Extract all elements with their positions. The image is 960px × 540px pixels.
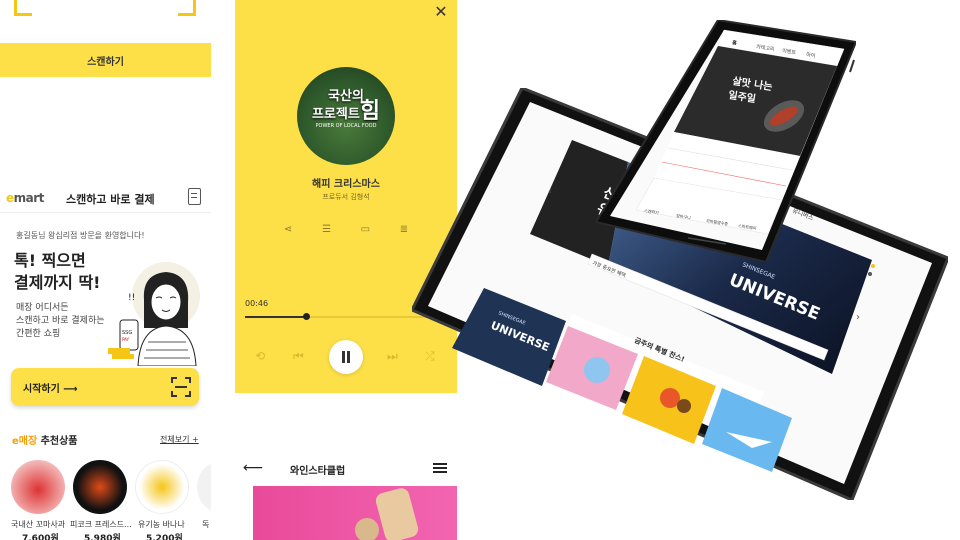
svg-text:마이: 마이 [806,51,816,59]
svg-text:PAY: PAY [122,337,130,342]
product-price: 5,980원 [84,534,121,540]
product-name: 유기농 바나나 [138,520,185,529]
product-image-apple[interactable] [11,460,65,514]
product-name: 피코크 프레스드... [70,520,132,529]
svg-text:SSG: SSG [122,330,132,336]
elapsed-time: 00:46 [245,299,269,308]
emart-app-screen: 스캔하기 emart 스캔하고 바로 결제 홍길동님 왕십리점 방문을 환영합니… [0,0,211,540]
spacer [0,77,211,180]
player-options: ⋖ ☰ ▭ ≣ [281,225,411,237]
share-icon[interactable]: ⋖ [281,225,295,235]
page-title: 스캔하고 바로 결제 [66,193,155,206]
scan-button[interactable]: 스캔하기 [0,43,211,77]
repeat-icon[interactable]: ⟲ [255,349,265,363]
shopper-illustration: SSG PAY !! [108,262,200,366]
product-image-partial[interactable] [197,460,211,514]
progress-knob[interactable] [303,313,311,320]
album-art: 국산의 프로젝트힘 POWER OF LOCAL FOOD [297,67,395,165]
banner-image [355,518,379,540]
product-price: 5,200원 [146,534,183,540]
progress-fill [245,316,307,318]
product-price: 7,600원 [22,534,59,540]
scanner-frame [14,0,196,22]
emart-logo: emart [6,191,44,205]
recommend-title: e매장 추천상품 [12,436,78,447]
back-arrow-icon[interactable]: ⟵ [243,460,263,476]
page-title: 와인스타클럽 [290,466,346,477]
phone-device: 홈 카테고리 이벤트 마이 살맛 나는 일주일 스캔하기 장바구니 모바일영수증… [596,20,856,262]
svg-text:!!: !! [128,293,135,303]
product-name: 독 [202,520,210,529]
svg-text:›: › [856,312,860,323]
product-image-banana[interactable] [135,460,189,514]
pause-button[interactable] [329,340,363,374]
product-image-juice[interactable] [73,460,127,514]
close-icon[interactable]: ✕ [433,4,449,20]
playlist-icon[interactable]: ≣ [397,225,411,235]
lyrics-icon[interactable]: ☰ [320,225,334,235]
welcome-text: 홍길동님 왕십리점 방문을 환영합니다! [16,231,145,240]
receipt-icon[interactable] [188,188,201,205]
previous-icon[interactable]: ⏮ [293,349,304,364]
svg-text:‹: ‹ [548,186,552,197]
see-all-link[interactable]: 전체보기 + [160,434,199,445]
video-icon[interactable]: ▭ [358,225,372,235]
app-header: emart 스캔하고 바로 결제 [0,183,211,213]
product-name: 국내산 꼬마사과 [11,520,66,529]
next-icon[interactable]: ⏭ [387,349,398,364]
barcode-scan-icon [171,377,191,397]
start-button[interactable]: 시작하기 ⟶ [11,368,199,406]
sub-description: 매장 어디서든 스캔하고 바로 결제하는 간편한 쇼핑 [16,303,105,339]
